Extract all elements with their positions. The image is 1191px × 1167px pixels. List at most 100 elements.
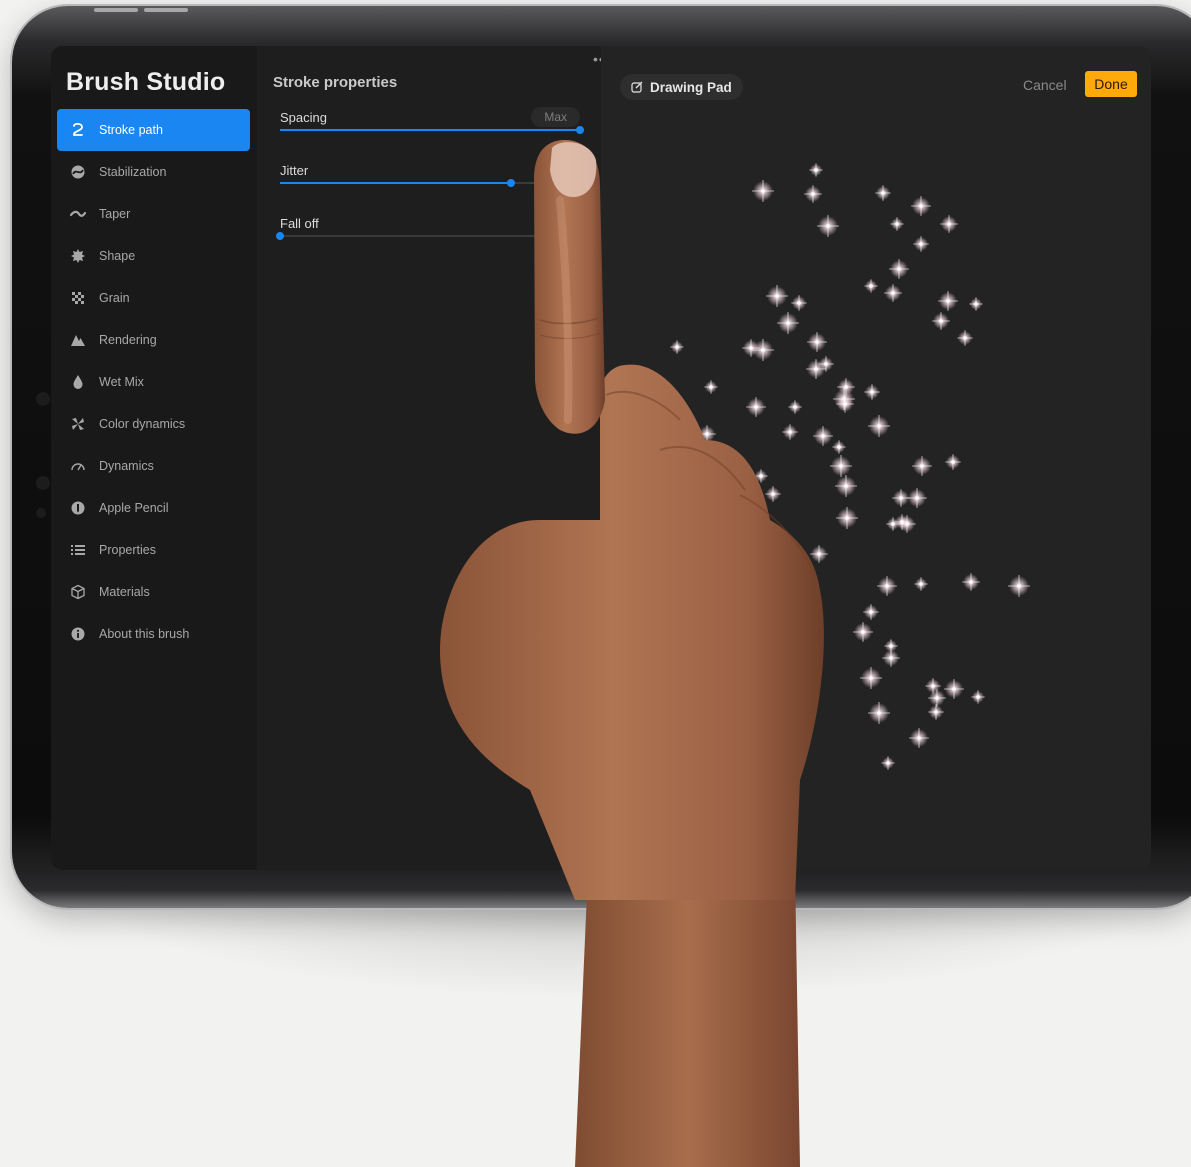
sidebar-item-stabilization[interactable]: Stabilization xyxy=(57,151,250,193)
sidebar-item-wet-mix[interactable]: Wet Mix xyxy=(57,361,250,403)
sidebar-item-label: Stabilization xyxy=(99,165,167,179)
sparkle xyxy=(875,185,891,201)
slider-track[interactable] xyxy=(276,232,580,240)
sidebar-item-shape[interactable]: Shape xyxy=(57,235,250,277)
sparkle xyxy=(913,236,929,252)
stroke-path-icon xyxy=(69,121,87,139)
stroke-properties-panel: Stroke properties Spacing Max Jitter 1 F… xyxy=(257,46,778,870)
slider-label: Jitter xyxy=(280,163,309,178)
apple-pencil-icon xyxy=(69,499,87,517)
sidebar-item-label: Grain xyxy=(99,291,130,305)
sparkle xyxy=(670,340,684,354)
sidebar-item-label: Shape xyxy=(99,249,136,263)
ipad-screen: Brush Studio Stroke path Stabilization T… xyxy=(51,46,1151,870)
sparkle xyxy=(971,690,985,704)
sparkle xyxy=(807,332,827,352)
dynamics-icon xyxy=(69,457,87,475)
jitter-slider[interactable]: Jitter 1 xyxy=(280,160,580,203)
sidebar-item-label: Apple Pencil xyxy=(99,501,169,515)
sparkle xyxy=(969,297,983,311)
sidebar-item-stroke-path[interactable]: Stroke path xyxy=(57,109,250,151)
sparkle xyxy=(962,573,980,591)
shape-icon xyxy=(69,247,87,265)
sidebar-item-properties[interactable]: Properties xyxy=(57,529,250,571)
slider-label: Spacing xyxy=(280,110,327,125)
sidebar-item-color-dynamics[interactable]: Color dynamics xyxy=(57,403,250,445)
sidebar-item-dynamics[interactable]: Dynamics xyxy=(57,445,250,487)
sidebar-item-label: Wet Mix xyxy=(99,375,144,389)
drawing-pad[interactable]: Drawing Pad Cancel Done xyxy=(601,46,1151,870)
sparkle xyxy=(830,455,852,477)
sparkle xyxy=(932,312,950,330)
info-icon xyxy=(69,625,87,643)
sparkle xyxy=(782,424,798,440)
slider-value[interactable]: Max xyxy=(531,107,580,127)
rendering-icon xyxy=(69,331,87,349)
sparkle xyxy=(704,380,718,394)
sparkle xyxy=(791,295,807,311)
sparkle xyxy=(940,215,958,233)
sidebar-item-rendering[interactable]: Rendering xyxy=(57,319,250,361)
sparkle xyxy=(752,180,774,202)
sparkle xyxy=(777,312,799,334)
spacing-slider[interactable]: Spacing Max xyxy=(280,107,584,150)
sidebar-item-label: About this brush xyxy=(99,627,190,641)
sparkle xyxy=(912,456,932,476)
sparkle xyxy=(860,667,882,689)
slider-knob[interactable] xyxy=(276,232,284,240)
sparkle xyxy=(698,425,716,443)
sparkle xyxy=(817,215,839,237)
sparkle xyxy=(864,384,880,400)
sparkle xyxy=(804,185,822,203)
sparkle xyxy=(765,486,781,502)
side-camera xyxy=(36,476,50,490)
sidebar-item-grain[interactable]: Grain xyxy=(57,277,250,319)
sparkle xyxy=(836,507,858,529)
sidebar-item-about-this-brush[interactable]: About this brush xyxy=(57,613,250,655)
fall-off-slider[interactable]: Fall off xyxy=(276,216,580,256)
sparkle xyxy=(945,454,961,470)
sidebar-item-taper[interactable]: Taper xyxy=(57,193,250,235)
slider-fill xyxy=(280,129,580,131)
sidebar-item-label: Dynamics xyxy=(99,459,154,473)
slider-track[interactable] xyxy=(280,179,580,187)
slider-value[interactable]: 1 xyxy=(547,160,580,180)
sparkle xyxy=(944,679,964,699)
sidebar-item-label: Stroke path xyxy=(99,123,163,137)
sparkle xyxy=(853,622,873,642)
sparkle xyxy=(809,163,823,177)
sparkle xyxy=(882,649,900,667)
brush-studio-sidebar: Brush Studio Stroke path Stabilization T… xyxy=(51,46,257,870)
sparkle xyxy=(864,279,878,293)
sparkle xyxy=(928,704,944,720)
grain-icon xyxy=(69,289,87,307)
sidebar-item-materials[interactable]: Materials xyxy=(57,571,250,613)
sparkle xyxy=(889,259,909,279)
taper-icon xyxy=(69,205,87,223)
slider-fill xyxy=(280,182,511,184)
sparkle xyxy=(868,702,890,724)
slider-knob[interactable] xyxy=(576,126,584,134)
side-sensor xyxy=(36,392,50,406)
properties-icon xyxy=(69,541,87,559)
slider-label: Fall off xyxy=(280,216,319,231)
sidebar-item-apple-pencil[interactable]: Apple Pencil xyxy=(57,487,250,529)
sparkle xyxy=(868,415,890,437)
sidebar-item-label: Taper xyxy=(99,207,131,221)
slider-track[interactable] xyxy=(280,126,584,134)
slider-knob[interactable] xyxy=(507,179,515,187)
sparkle xyxy=(884,284,902,302)
sparkle xyxy=(877,576,897,596)
materials-icon xyxy=(69,583,87,601)
side-sensor-small xyxy=(36,508,46,518)
sparkle-brush-stroke xyxy=(670,163,1030,770)
sparkle xyxy=(766,285,788,307)
sidebar-item-label: Properties xyxy=(99,543,156,557)
sparkle xyxy=(746,397,766,417)
sparkle xyxy=(914,577,928,591)
sparkle xyxy=(1008,575,1030,597)
wet-mix-icon xyxy=(69,373,87,391)
sparkle xyxy=(881,756,895,770)
sparkle xyxy=(835,475,857,497)
sparkle xyxy=(909,728,929,748)
